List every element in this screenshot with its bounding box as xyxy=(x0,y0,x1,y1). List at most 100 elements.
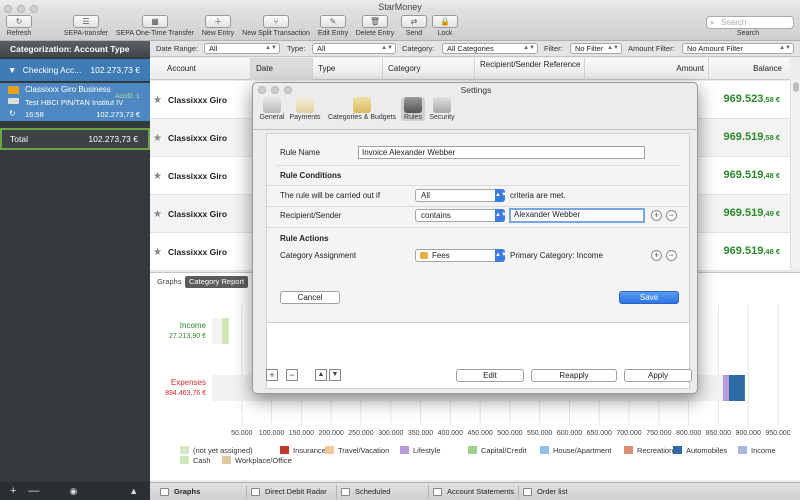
remove-account-button[interactable]: — xyxy=(28,485,39,497)
column-recipient[interactable]: Recipient/Sender Reference xyxy=(474,58,584,80)
condition-match-select[interactable]: All ▲▼ xyxy=(415,189,507,202)
lock-icon: 🔒 xyxy=(432,15,458,28)
tab-account-statements[interactable]: Account Statements xyxy=(428,485,518,499)
reapply-rule-button[interactable]: Reapply xyxy=(531,369,617,382)
legend-swatch xyxy=(400,446,409,454)
sidebar-total[interactable]: Total 102.273,73 € xyxy=(0,128,150,150)
tab-graphs[interactable]: Graphs xyxy=(153,276,186,288)
x-tick-label: 350.000 xyxy=(408,430,433,437)
star-icon[interactable]: ★ xyxy=(153,209,162,220)
account-name: Classixxx Giro Business xyxy=(25,85,111,94)
table-header: Account Date Type Category Recipient/Sen… xyxy=(150,58,790,80)
rule-name-input[interactable]: Invoice Alexander Webber xyxy=(358,146,645,159)
legend-label: Cash xyxy=(193,456,211,465)
x-tick-label: 450.000 xyxy=(467,430,492,437)
settings-dialog: Settings General Payments Categories & B… xyxy=(252,82,699,394)
column-balance[interactable]: Balance xyxy=(708,58,790,80)
edit-rule-button[interactable]: Edit xyxy=(456,369,524,382)
x-tick-label: 950.000 xyxy=(765,430,790,437)
tab-security[interactable]: Security xyxy=(427,97,457,121)
tab-order-list[interactable]: Order list xyxy=(518,485,608,499)
eject-button[interactable]: ▲ xyxy=(129,486,138,496)
legend-swatch xyxy=(280,446,289,454)
bar-segment xyxy=(722,375,729,401)
lock-button[interactable]: 🔒 Lock xyxy=(430,15,460,37)
disclosure-triangle-icon[interactable]: ▼ xyxy=(8,65,16,75)
chevron-updown-icon: ▲▼ xyxy=(495,209,507,222)
tab-scheduled-transactions[interactable]: Scheduled Transac... xyxy=(336,485,424,499)
condition-operator-select[interactable]: contains ▲▼ xyxy=(415,209,507,222)
search-input[interactable]: ⌕ Search xyxy=(706,16,794,29)
sidebar-header[interactable]: Categorization: Account Type xyxy=(0,41,150,57)
apply-rule-button[interactable]: Apply xyxy=(624,369,692,382)
amount-filter-select[interactable]: No Amount Filter ▲▼ xyxy=(682,43,794,54)
tab-direct-debit-radar[interactable]: Direct Debit Radar xyxy=(246,485,336,499)
remove-condition-button[interactable]: − xyxy=(666,210,677,221)
tab-payments[interactable]: Payments xyxy=(288,97,322,121)
sepa-one-time-transfer-button[interactable]: ▦ SEPA One-Time Transfer xyxy=(114,15,196,37)
star-icon[interactable]: ★ xyxy=(153,133,162,144)
sepa-transfer-button[interactable]: ☰ SEPA-transfer xyxy=(58,15,114,37)
x-tick-label: 200.000 xyxy=(319,430,344,437)
column-date[interactable]: Date xyxy=(250,58,312,80)
new-split-transaction-button[interactable]: ⑂ New Split Transaction xyxy=(239,15,313,37)
legend-swatch xyxy=(673,446,682,454)
add-rule-button[interactable]: + xyxy=(266,369,278,381)
send-button[interactable]: ⇄ Send xyxy=(399,15,429,37)
star-icon[interactable]: ★ xyxy=(153,95,162,106)
legend-label: Insurance xyxy=(293,446,326,455)
account-time: 16:58 xyxy=(25,110,44,119)
table-scrollbar[interactable] xyxy=(790,80,800,268)
divider xyxy=(267,227,691,228)
list-icon xyxy=(523,488,532,496)
column-category[interactable]: Category xyxy=(382,58,474,80)
star-icon[interactable]: ★ xyxy=(153,171,162,182)
x-tick-label: 700.000 xyxy=(616,430,641,437)
add-action-button[interactable]: + xyxy=(651,250,662,261)
chevron-updown-icon: ▲▼ xyxy=(495,189,507,202)
add-account-button[interactable]: + xyxy=(10,485,16,497)
new-entry-button[interactable]: ＋ New Entry xyxy=(198,15,238,37)
column-amount[interactable]: Amount xyxy=(584,58,708,80)
move-rule-up-button[interactable]: ▲ xyxy=(315,369,327,381)
balance-value: 969.519,48 € xyxy=(723,169,780,181)
filter-select[interactable]: No Filter ▲▼ xyxy=(570,43,622,54)
sidebar-group-checking[interactable]: ▼ Checking Acc... 102.273,73 € xyxy=(0,59,150,81)
minimize-window-button[interactable] xyxy=(17,5,25,13)
tab-rules[interactable]: Rules xyxy=(401,97,425,121)
save-button[interactable]: Save xyxy=(619,291,679,304)
date-range-select[interactable]: All ▲▼ xyxy=(204,43,280,54)
tab-bottom-graphs[interactable]: Graphs xyxy=(156,485,240,499)
add-condition-button[interactable]: + xyxy=(651,210,662,221)
category-select[interactable]: All Categories ▲▼ xyxy=(442,43,538,54)
legend-label: Workplace/Office xyxy=(235,456,292,465)
refresh-button[interactable]: ↻ Refresh xyxy=(4,15,34,37)
options-button[interactable]: ◉ xyxy=(69,486,77,497)
column-account[interactable]: Account xyxy=(162,58,250,80)
category-label: Income xyxy=(180,321,207,330)
plus-icon: ＋ xyxy=(205,15,231,28)
legend-label: Recreation xyxy=(637,446,673,455)
legend-swatch xyxy=(180,446,189,454)
recipient-value-input[interactable]: Alexander Webber xyxy=(509,208,645,223)
cancel-button[interactable]: Cancel xyxy=(280,291,340,304)
scrollbar-thumb[interactable] xyxy=(793,82,799,92)
edit-icon: ✎ xyxy=(320,15,346,28)
move-rule-down-button[interactable]: ▼ xyxy=(329,369,341,381)
tab-category-report[interactable]: Category Report xyxy=(185,276,249,288)
remove-rule-button[interactable]: − xyxy=(286,369,298,381)
tab-categories-budgets[interactable]: Categories & Budgets xyxy=(325,97,399,121)
category-assignment-select[interactable]: Fees ▲▼ xyxy=(415,249,507,262)
divider xyxy=(267,185,691,186)
close-window-button[interactable] xyxy=(4,5,12,13)
remove-action-button[interactable]: − xyxy=(666,250,677,261)
category-label: Expenses xyxy=(171,378,206,387)
star-icon[interactable]: ★ xyxy=(153,247,162,258)
column-type[interactable]: Type xyxy=(312,58,382,80)
delete-entry-button[interactable]: 🗑 Delete Entry xyxy=(353,15,397,37)
type-select[interactable]: All ▲▼ xyxy=(312,43,396,54)
edit-entry-button[interactable]: ✎ Edit Entry xyxy=(314,15,352,37)
zoom-window-button[interactable] xyxy=(30,5,38,13)
sidebar-account-item[interactable]: Classixxx Giro Business AccID: 1 Test HB… xyxy=(0,83,150,121)
tab-general[interactable]: General xyxy=(258,97,286,121)
